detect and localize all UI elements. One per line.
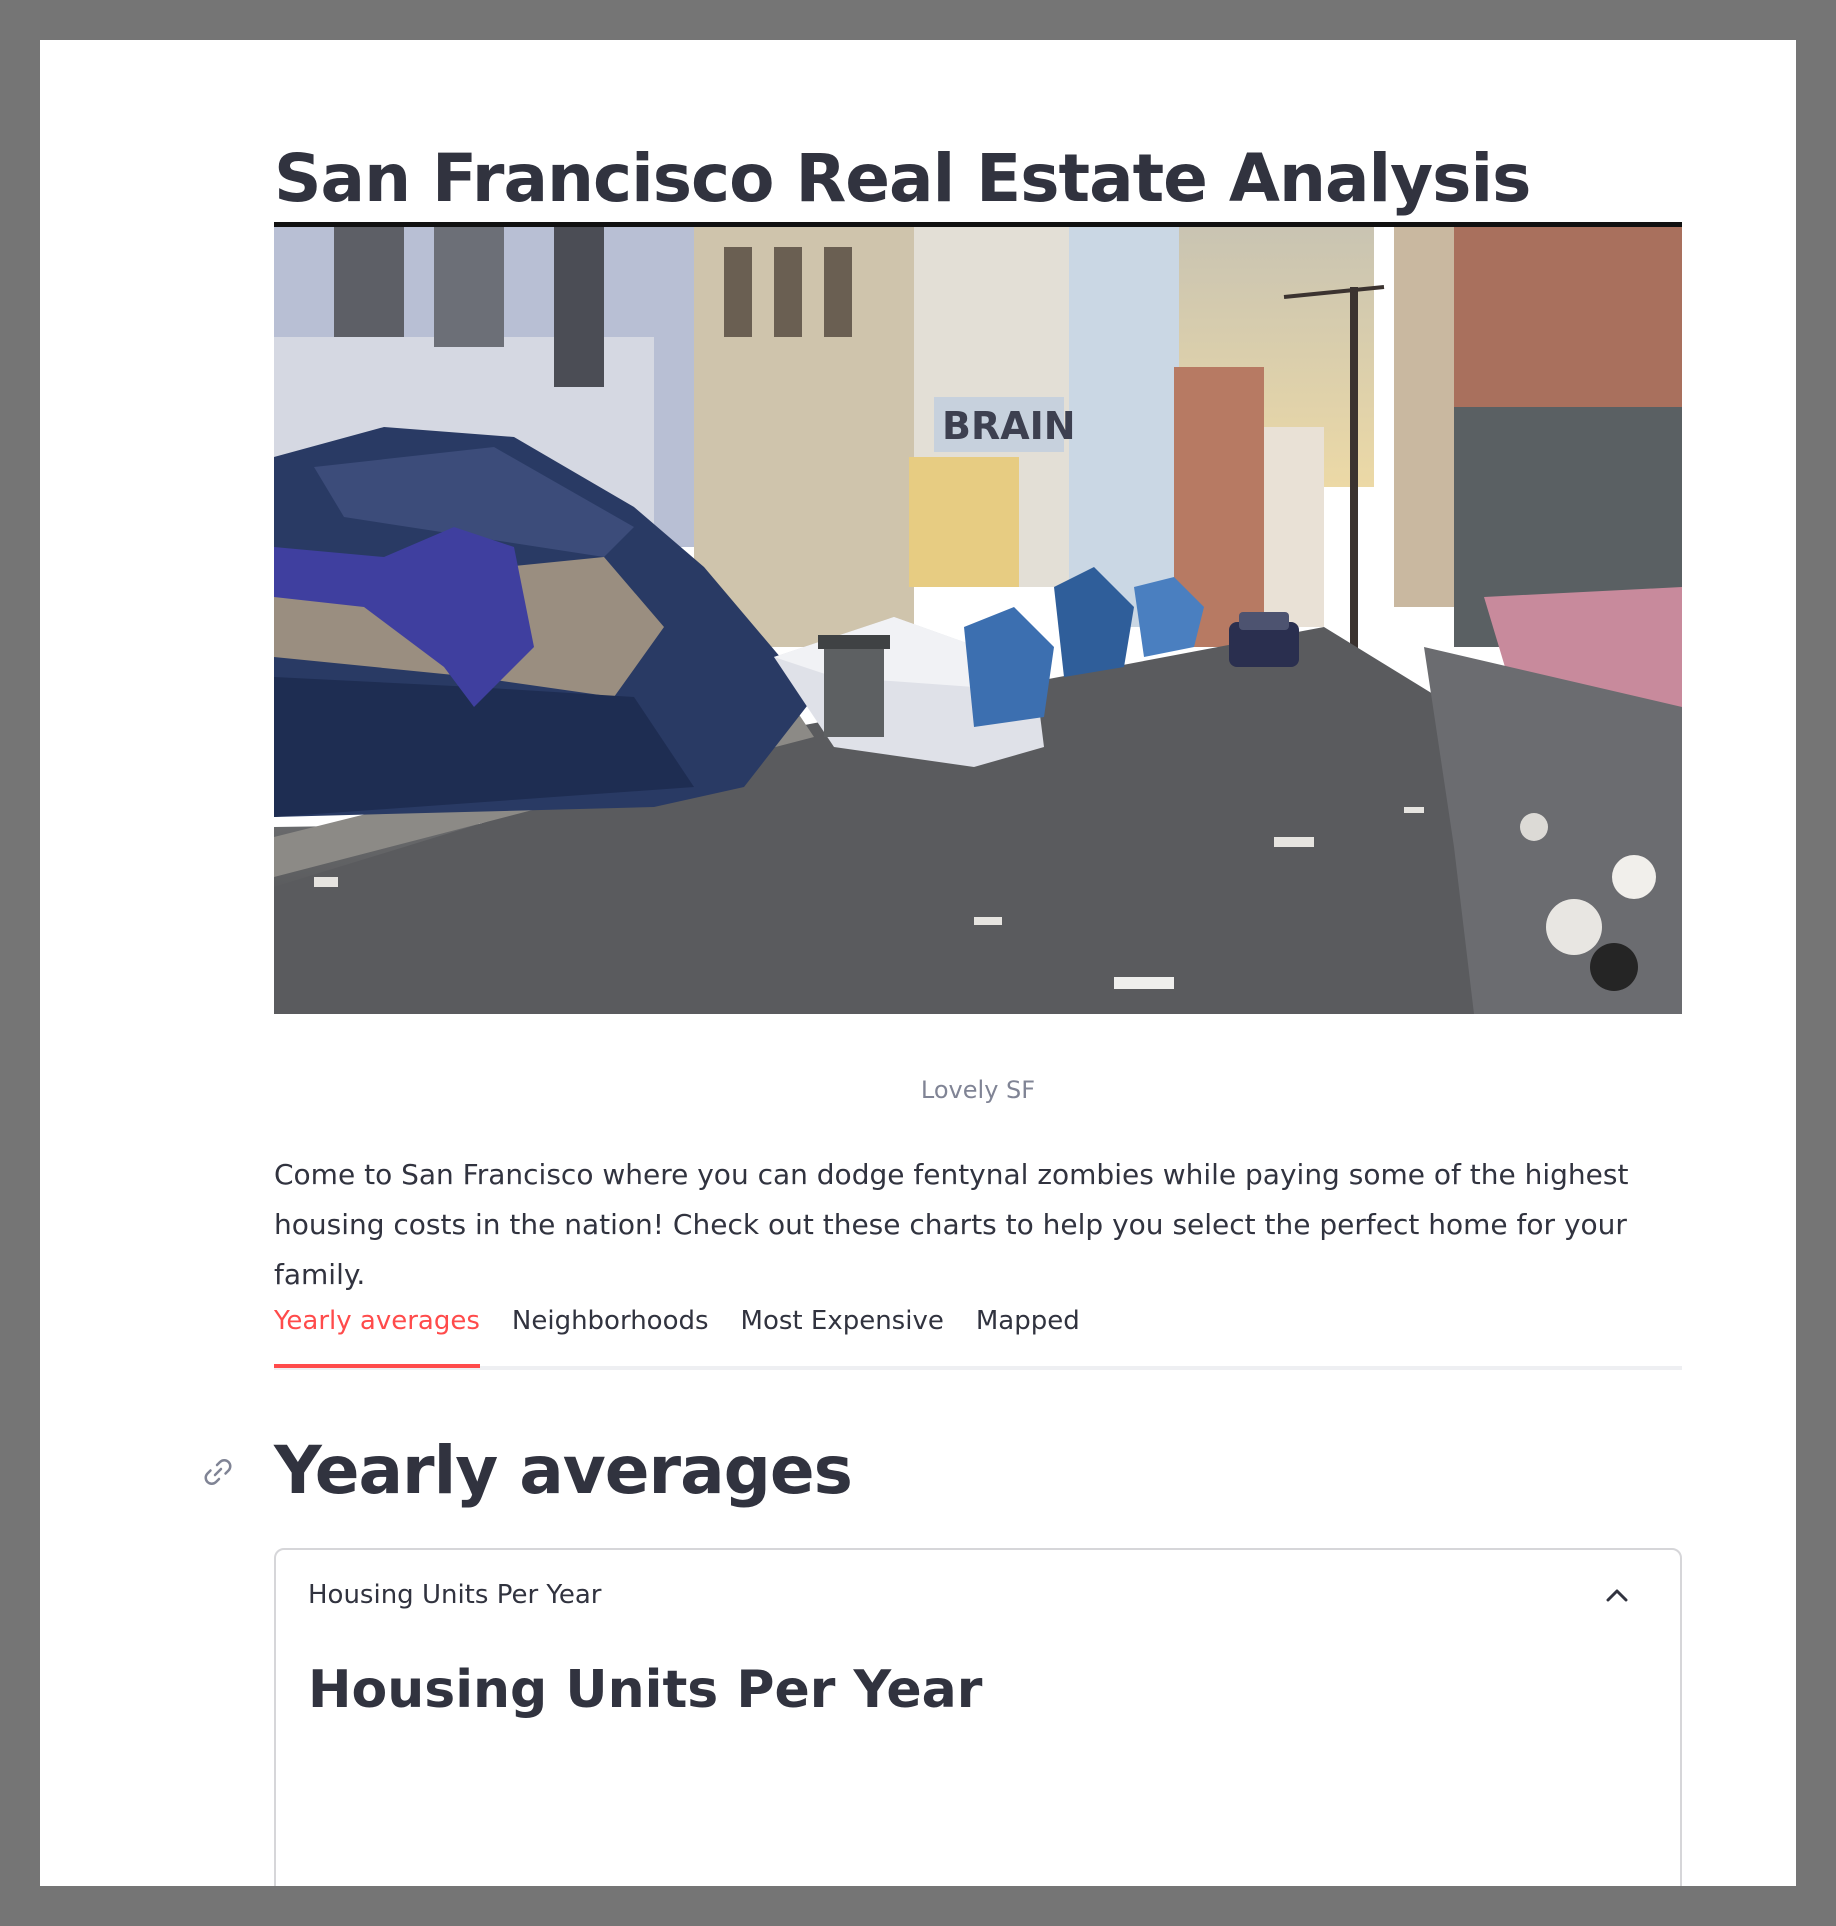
clip-edge [1682, 1754, 1702, 1886]
expander-label[interactable]: Housing Units Per Year [308, 1580, 601, 1610]
bar-chart: 384k variable [276, 1870, 1682, 1886]
hero-image: BRAIN [274, 222, 1682, 1014]
intro-paragraph: Come to San Francisco where you can dodg… [274, 1158, 1629, 1291]
chevron-up-icon[interactable] [1606, 1588, 1628, 1602]
link-icon[interactable] [200, 1454, 236, 1490]
tab-most-expensive[interactable]: Most Expensive [741, 1300, 944, 1358]
tab-neighborhoods[interactable]: Neighborhoods [512, 1300, 709, 1358]
page-title: San Francisco Real Estate Analysis [274, 140, 1531, 217]
tab-bar: Yearly averages Neighborhoods Most Expen… [274, 1300, 1682, 1370]
image-caption: Lovely SF [920, 1076, 1036, 1104]
graffiti-text: BRAIN [942, 404, 1076, 448]
app-frame: San Francisco Real Estate Analysis BRAIN… [40, 40, 1796, 1886]
chart-title: Housing Units Per Year [308, 1660, 983, 1720]
tab-yearly-averages[interactable]: Yearly averages [274, 1300, 480, 1368]
expander-housing-units: Housing Units Per Year Housing Units Per… [274, 1548, 1682, 1886]
section-heading: Yearly averages [274, 1432, 853, 1509]
street-photo: BRAIN [274, 227, 1682, 1014]
tab-mapped[interactable]: Mapped [976, 1300, 1080, 1358]
